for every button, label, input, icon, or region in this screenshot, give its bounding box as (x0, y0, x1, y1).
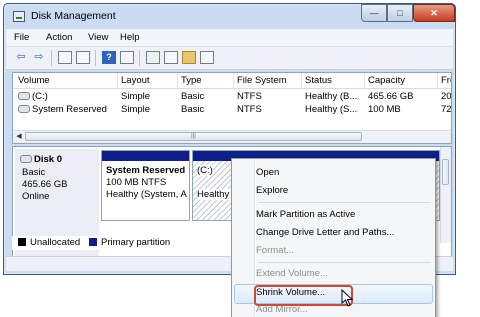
refresh-icon[interactable] (164, 51, 178, 64)
column-layout[interactable]: Layout (121, 75, 150, 86)
vertical-scroll-thumb[interactable] (442, 159, 449, 185)
column-capacity[interactable]: Capacity (368, 75, 405, 86)
layout-cell: Simple (121, 91, 151, 102)
capacity-cell: 465.66 GB (368, 91, 414, 102)
type-cell: Basic (181, 104, 205, 115)
menu-item-change-drive-letter[interactable]: Change Drive Letter and Paths... (256, 227, 394, 238)
toolbar: ⇦ ⇨ ? (6, 47, 453, 70)
vertical-scrollbar[interactable] (440, 147, 451, 243)
disk-state: Online (22, 191, 50, 202)
menu-item-format: Format... (256, 245, 295, 256)
type-cell: Basic (181, 91, 205, 102)
file-system-cell: NTFS (237, 104, 262, 115)
status-cell: Healthy (S... (305, 104, 358, 115)
status-cell: Healthy (B... (305, 91, 358, 102)
column-divider[interactable] (364, 73, 365, 88)
menu-bar: File Action View Help (6, 29, 453, 47)
maximize-button[interactable]: □ (387, 4, 413, 22)
scroll-left-icon[interactable]: ◀ (14, 132, 24, 142)
menu-view[interactable]: View (88, 32, 108, 43)
disk-icon (20, 155, 32, 164)
partition-system-reserved[interactable]: System Reserved 100 MB NTFS Healthy (Sys… (101, 150, 190, 221)
primary-partition-bar (102, 151, 189, 161)
volume-list: Volume Layout Type File System Status Ca… (12, 72, 452, 144)
partition-status: Healthy (System, A (106, 189, 187, 200)
volume-name: System Reserved (32, 104, 107, 115)
minimize-button[interactable]: — (361, 4, 387, 22)
title-bar[interactable]: Disk Management — □ ✕ (4, 4, 455, 28)
menu-item-mark-active[interactable]: Mark Partition as Active (256, 209, 355, 220)
free-cell: 204 (441, 91, 452, 102)
volume-row[interactable]: (C:) Simple Basic NTFS Healthy (B... 465… (13, 90, 451, 103)
column-free[interactable]: Fre (441, 75, 451, 86)
menu-item-add-mirror: Add Mirror... (256, 304, 308, 315)
column-volume[interactable]: Volume (18, 75, 50, 86)
toolbar-separator (51, 50, 52, 66)
column-divider[interactable] (301, 73, 302, 88)
menu-separator (258, 202, 431, 203)
page: Disk Management — □ ✕ File Action View H… (0, 0, 480, 317)
horizontal-scrollbar[interactable]: ◀ ||| (13, 130, 451, 143)
window-controls: — □ ✕ (361, 4, 455, 22)
forward-arrow-icon[interactable]: ⇨ (32, 51, 46, 64)
back-arrow-icon[interactable]: ⇦ (14, 51, 28, 64)
legend-primary-partition: Primary partition (101, 237, 171, 248)
legend-unallocated: Unallocated (30, 237, 81, 248)
volume-list-header: Volume Layout Type File System Status Ca… (13, 73, 451, 89)
disk-management-app-icon (13, 11, 25, 22)
drive-icon (18, 105, 30, 114)
capacity-cell: 100 MB (368, 104, 401, 115)
close-button[interactable]: ✕ (413, 4, 455, 22)
open-folder-icon[interactable] (182, 51, 196, 64)
context-menu: Open Explore Mark Partition as Active Ch… (231, 158, 436, 317)
menu-item-explore[interactable]: Explore (256, 185, 288, 196)
column-status[interactable]: Status (305, 75, 332, 86)
menu-separator (258, 262, 431, 263)
menu-file[interactable]: File (14, 32, 29, 43)
column-type[interactable]: Type (181, 75, 202, 86)
unallocated-swatch (18, 238, 26, 246)
disk-name-text: Disk 0 (34, 154, 62, 165)
menu-item-shrink-volume[interactable]: Shrink Volume... (254, 285, 353, 306)
partition-detail: 100 MB NTFS (106, 177, 167, 188)
drive-icon (18, 92, 30, 101)
scroll-thumb[interactable]: ||| (25, 132, 362, 141)
layout-cell: Simple (121, 104, 151, 115)
column-divider[interactable] (177, 73, 178, 88)
rescan-icon[interactable] (146, 51, 160, 64)
legend: Unallocated Primary partition (12, 236, 202, 250)
menu-action[interactable]: Action (46, 32, 72, 43)
free-cell: 72 (441, 104, 452, 115)
partition-name: System Reserved (106, 165, 186, 176)
primary-partition-swatch (89, 238, 97, 246)
help-icon[interactable]: ? (102, 51, 116, 64)
disk-0-label[interactable]: Disk 0 Basic 465.66 GB Online (15, 149, 99, 237)
volume-name-cell: System Reserved (18, 104, 107, 115)
column-file-system[interactable]: File System (237, 75, 287, 86)
properties-icon[interactable] (58, 51, 72, 64)
settings-icon[interactable] (120, 51, 134, 64)
menu-item-extend-volume: Extend Volume... (256, 268, 328, 279)
column-divider[interactable] (437, 73, 438, 88)
partition-name: (C:) (197, 165, 213, 176)
explore-icon[interactable] (200, 51, 214, 64)
column-divider[interactable] (233, 73, 234, 88)
volume-name-cell: (C:) (18, 91, 48, 102)
toolbar-separator (95, 50, 96, 66)
column-divider[interactable] (117, 73, 118, 88)
disk-type: Basic (22, 167, 46, 178)
volume-row[interactable]: System Reserved Simple Basic NTFS Health… (13, 103, 451, 116)
highlight-annotation-box (254, 285, 353, 306)
menu-item-open[interactable]: Open (256, 167, 279, 178)
toolbar-separator (139, 50, 140, 66)
console-icon[interactable] (76, 51, 90, 64)
disk-size: 465.66 GB (22, 179, 68, 190)
disk-name: Disk 0 (20, 154, 62, 165)
menu-help[interactable]: Help (120, 32, 140, 43)
mouse-pointer-icon (341, 289, 354, 307)
volume-name: (C:) (32, 91, 48, 102)
window-title: Disk Management (31, 10, 116, 22)
file-system-cell: NTFS (237, 91, 262, 102)
